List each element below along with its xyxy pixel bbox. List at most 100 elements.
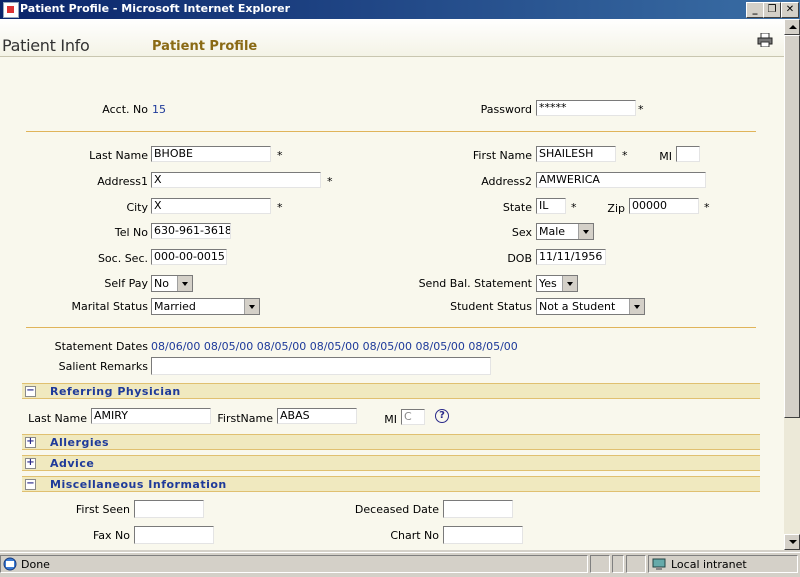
sex-label: Sex — [511, 226, 532, 239]
self-pay-select[interactable]: No — [151, 275, 193, 292]
required-marker: * — [622, 149, 628, 162]
status-pane: Done — [0, 555, 588, 573]
required-marker: * — [638, 103, 644, 116]
section-title: Miscellaneous Information — [50, 478, 227, 491]
section-title: Referring Physician — [50, 385, 181, 398]
expand-icon[interactable]: + — [25, 437, 36, 448]
title-bar: Patient Profile - Microsoft Internet Exp… — [0, 0, 800, 19]
section-title: Allergies — [50, 436, 110, 449]
scroll-thumb[interactable] — [784, 35, 800, 418]
vertical-scrollbar[interactable] — [784, 19, 800, 550]
divider — [26, 327, 756, 328]
sex-value: Male — [539, 225, 566, 238]
physician-last-name-field[interactable]: AMIRY — [91, 408, 211, 424]
last-name-field[interactable]: BHOBE — [151, 146, 271, 162]
logo: Patient Info — [2, 36, 90, 55]
physician-mi-field[interactable]: C — [401, 409, 425, 425]
address2-field[interactable]: AMWERICA — [536, 172, 706, 188]
referring-physician-section[interactable]: − Referring Physician — [22, 383, 760, 399]
required-marker: * — [277, 149, 283, 162]
student-value: Not a Student — [539, 300, 616, 313]
advice-section[interactable]: + Advice — [22, 455, 760, 471]
salient-remarks-field[interactable] — [151, 357, 491, 375]
acct-no-label: Acct. No — [102, 103, 148, 116]
last-name-label: Last Name — [89, 149, 148, 162]
miscellaneous-information-section[interactable]: − Miscellaneous Information — [22, 476, 760, 492]
zone-text: Local intranet — [671, 558, 747, 571]
allergies-section[interactable]: + Allergies — [22, 434, 760, 450]
page-header: Patient Info Patient Profile — [0, 19, 784, 57]
first-name-field[interactable]: SHAILESH — [536, 146, 616, 162]
statement-dates-value: 08/06/00 08/05/00 08/05/00 08/05/00 08/0… — [151, 340, 518, 353]
help-icon[interactable]: ? — [435, 409, 449, 423]
zone-pane: Local intranet — [648, 555, 798, 573]
sex-select[interactable]: Male — [536, 223, 594, 240]
password-field[interactable]: ***** — [536, 100, 636, 116]
chevron-down-icon[interactable] — [244, 299, 259, 314]
page-done-icon — [3, 557, 17, 571]
mi-field[interactable] — [676, 146, 700, 162]
soc-sec-label: Soc. Sec. — [97, 252, 148, 265]
expand-icon[interactable]: + — [25, 458, 36, 469]
address2-label: Address2 — [481, 175, 532, 188]
section-title: Advice — [50, 457, 95, 470]
student-status-select[interactable]: Not a Student — [536, 298, 645, 315]
intranet-icon — [652, 558, 666, 570]
chart-no-field[interactable] — [443, 526, 523, 544]
zip-field[interactable]: 00000 — [629, 198, 699, 214]
marital-status-label: Marital Status — [71, 300, 148, 313]
status-pane — [612, 555, 624, 573]
chart-no-label: Chart No — [390, 529, 439, 542]
chevron-down-icon[interactable] — [177, 276, 192, 291]
first-seen-label: First Seen — [75, 503, 130, 516]
minimize-button[interactable]: _ — [746, 2, 764, 18]
marital-status-select[interactable]: Married — [151, 298, 260, 315]
fax-no-field[interactable] — [134, 526, 214, 544]
send-bal-statement-label: Send Bal. Statement — [418, 277, 532, 290]
self-pay-value: No — [154, 277, 169, 290]
collapse-icon[interactable]: − — [25, 386, 36, 397]
physician-first-name-field[interactable]: ABAS — [277, 408, 357, 424]
status-pane — [590, 555, 610, 573]
tel-no-label: Tel No — [114, 226, 148, 239]
chevron-down-icon[interactable] — [578, 224, 593, 239]
physician-first-name-label: FirstName — [217, 412, 273, 425]
fax-no-label: Fax No — [92, 529, 130, 542]
divider — [26, 131, 756, 132]
address1-label: Address1 — [97, 175, 148, 188]
scroll-up-button[interactable] — [784, 19, 800, 35]
marital-value: Married — [154, 300, 196, 313]
acct-no-value: 15 — [152, 103, 166, 116]
printer-icon[interactable] — [757, 33, 773, 47]
close-button[interactable]: ✕ — [781, 2, 799, 18]
password-label: Password — [480, 103, 532, 116]
tel-no-field[interactable]: 630-961-3618 — [151, 223, 231, 239]
address1-field[interactable]: X — [151, 172, 321, 188]
first-name-label: First Name — [472, 149, 532, 162]
state-label: State — [502, 201, 532, 214]
status-pane — [626, 555, 646, 573]
physician-last-name-label: Last Name — [28, 412, 87, 425]
collapse-icon[interactable]: − — [25, 479, 36, 490]
status-text: Done — [21, 558, 50, 571]
scroll-down-button[interactable] — [784, 534, 800, 550]
required-marker: * — [704, 201, 710, 214]
dob-label: DOB — [507, 252, 532, 265]
city-field[interactable]: X — [151, 198, 271, 214]
required-marker: * — [327, 175, 333, 188]
first-seen-field[interactable] — [134, 500, 204, 518]
chevron-down-icon[interactable] — [629, 299, 644, 314]
send-bal-value: Yes — [539, 277, 557, 290]
deceased-date-field[interactable] — [443, 500, 513, 518]
ie-icon — [3, 2, 19, 18]
dob-field[interactable]: 11/11/1956 — [536, 249, 606, 265]
chevron-down-icon[interactable] — [562, 276, 577, 291]
status-bar: Done Local intranet — [0, 552, 800, 577]
send-bal-statement-select[interactable]: Yes — [536, 275, 578, 292]
deceased-date-label: Deceased Date — [354, 503, 439, 516]
state-field[interactable]: IL — [536, 198, 566, 214]
soc-sec-field[interactable]: 000-00-0015 — [151, 249, 227, 265]
restore-button[interactable]: ❐ — [763, 2, 781, 18]
statement-dates-label: Statement Dates — [54, 340, 148, 353]
zip-label: Zip — [607, 202, 625, 215]
